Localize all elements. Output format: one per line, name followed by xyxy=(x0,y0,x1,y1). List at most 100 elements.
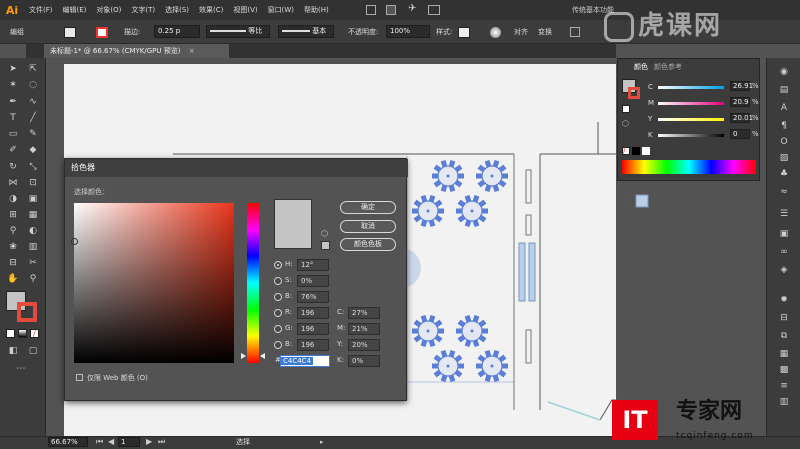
saturation-input[interactable]: 0% xyxy=(297,275,329,287)
draw-mode-icon[interactable]: ◧ xyxy=(6,344,20,358)
current-tool-status[interactable]: 选择 xyxy=(236,437,250,447)
direct-selection-tool-icon[interactable]: ⇱ xyxy=(26,62,40,76)
selection-tool-icon[interactable]: ➤ xyxy=(6,62,20,76)
status-menu-arrow-icon[interactable]: ▸ xyxy=(320,438,324,446)
scale-tool-icon[interactable]: ⤡ xyxy=(26,160,40,174)
ok-button[interactable]: 确定 xyxy=(340,201,396,214)
radio-brightness[interactable] xyxy=(274,293,282,301)
green-input[interactable]: 196 xyxy=(297,323,329,335)
cancel-button[interactable]: 取消 xyxy=(340,220,396,233)
color-spectrum-bar[interactable] xyxy=(622,160,756,174)
symbols-panel-icon[interactable]: ♣ xyxy=(777,168,791,180)
type-tool-icon[interactable]: T xyxy=(6,111,20,125)
shape-builder-tool-icon[interactable]: ◑ xyxy=(6,192,20,206)
channel-y-value[interactable]: 20.01 xyxy=(730,113,753,123)
pathfinder-panel-icon[interactable]: ⧉ xyxy=(777,330,791,342)
width-tool-icon[interactable]: ⋈ xyxy=(6,176,20,190)
lasso-tool-icon[interactable]: ◌ xyxy=(26,78,40,92)
edit-toolbar-icon[interactable]: ⋯ xyxy=(14,362,28,376)
stroke-color-box[interactable] xyxy=(17,302,37,322)
radio-red[interactable] xyxy=(274,309,282,317)
hex-input[interactable]: C4C4C4 xyxy=(280,355,330,367)
magenta-input[interactable]: 21% xyxy=(348,323,380,335)
zoom-tool-icon[interactable]: ⚲ xyxy=(26,272,40,286)
eraser-tool-icon[interactable]: ◆ xyxy=(26,143,40,157)
radio-hue[interactable] xyxy=(274,261,282,269)
hue-slider-left-arrow[interactable] xyxy=(241,353,246,359)
hue-slider[interactable] xyxy=(247,203,259,363)
web-safe-swatch[interactable] xyxy=(321,241,330,250)
layers-panel-icon[interactable]: ☰ xyxy=(777,208,791,220)
align-panel-icon[interactable]: ⊟ xyxy=(777,312,791,324)
stroke-panel-icon[interactable]: ≡ xyxy=(777,380,791,392)
out-of-gamut-warning-icon[interactable]: ⬡ xyxy=(321,229,328,238)
out-of-gamut-icon[interactable]: ⬡ xyxy=(622,119,629,128)
panel-white-swatch[interactable] xyxy=(622,105,630,113)
blue-input[interactable]: 196 xyxy=(297,339,329,351)
color-picker-cursor[interactable] xyxy=(71,238,78,245)
appearance-panel-icon[interactable]: ✹ xyxy=(777,294,791,306)
channel-k-slider[interactable] xyxy=(658,134,724,137)
brushes-panel-icon[interactable]: ≈ xyxy=(777,186,791,198)
artboards-panel-icon[interactable]: ▣ xyxy=(777,228,791,240)
screen-mode-icon[interactable]: ▢ xyxy=(26,344,40,358)
panel-stroke-swatch[interactable] xyxy=(628,87,640,99)
mesh-tool-icon[interactable]: ▦ xyxy=(26,208,40,222)
image-trace-icon[interactable]: ◈ xyxy=(777,264,791,276)
yellow-input[interactable]: 20% xyxy=(348,339,380,351)
hue-slider-right-arrow[interactable] xyxy=(260,353,265,359)
gradient-mode-icon[interactable] xyxy=(18,329,27,338)
black-swatch[interactable] xyxy=(632,147,640,155)
opentype-panel-icon[interactable]: O xyxy=(777,136,791,148)
white-swatch[interactable] xyxy=(642,147,650,155)
character-panel-icon[interactable]: A xyxy=(777,102,791,114)
previous-artboard-icon[interactable]: ◀ xyxy=(108,437,114,446)
blend-tool-icon[interactable]: ◐ xyxy=(26,224,40,238)
red-input[interactable]: 196 xyxy=(297,307,329,319)
tab-color-guide[interactable]: 颜色参考 xyxy=(654,62,682,72)
transform-panel-icon[interactable]: ▦ xyxy=(777,348,791,360)
line-segment-tool-icon[interactable]: ╱ xyxy=(26,111,40,125)
cyan-input[interactable]: 27% xyxy=(348,307,380,319)
live-paint-tool-icon[interactable]: ▣ xyxy=(26,192,40,206)
artboard-tool-icon[interactable]: ⊟ xyxy=(6,256,20,270)
color-swatches-button[interactable]: 颜色色板 xyxy=(340,238,396,251)
channel-c-value[interactable]: 26.91 xyxy=(730,81,753,91)
hue-input[interactable]: 12° xyxy=(297,259,329,271)
black-input[interactable]: 0% xyxy=(348,355,380,367)
color-mode-icon[interactable] xyxy=(6,329,15,338)
symbol-sprayer-tool-icon[interactable]: ❀ xyxy=(6,240,20,254)
perspective-grid-tool-icon[interactable]: ⊞ xyxy=(6,208,20,222)
column-graph-tool-icon[interactable]: ▥ xyxy=(26,240,40,254)
paintbrush-tool-icon[interactable]: ✎ xyxy=(26,127,40,141)
none-mode-icon[interactable]: / xyxy=(30,329,39,338)
graphic-styles-icon[interactable]: ▨ xyxy=(777,152,791,164)
none-swatch[interactable]: / xyxy=(622,147,630,155)
pen-tool-icon[interactable]: ✒ xyxy=(6,95,20,109)
next-artboard-icon[interactable]: ▶ xyxy=(146,437,152,446)
rotate-tool-icon[interactable]: ↻ xyxy=(6,160,20,174)
web-only-checkbox[interactable] xyxy=(76,374,83,381)
radio-green[interactable] xyxy=(274,325,282,333)
channel-c-slider[interactable] xyxy=(658,86,724,89)
free-transform-tool-icon[interactable]: ⊡ xyxy=(26,176,40,190)
channel-k-value[interactable]: 0 xyxy=(730,129,750,139)
hand-tool-icon[interactable]: ✋ xyxy=(6,272,20,286)
zoom-level-input[interactable]: 66.67% xyxy=(48,437,88,447)
links-panel-icon[interactable]: ∞ xyxy=(777,246,791,258)
last-artboard-icon[interactable]: ⏭ xyxy=(158,437,165,447)
saturation-brightness-field[interactable] xyxy=(74,203,234,363)
radio-blue[interactable] xyxy=(274,341,282,349)
magic-wand-tool-icon[interactable]: ✶ xyxy=(6,78,20,92)
paragraph-panel-icon[interactable]: ¶ xyxy=(777,120,791,132)
channel-m-value[interactable]: 20.9 xyxy=(730,97,750,107)
channel-m-slider[interactable] xyxy=(658,102,724,105)
color-panel-icon[interactable]: ◉ xyxy=(777,66,791,78)
brightness-input[interactable]: 76% xyxy=(297,291,329,303)
radio-saturation[interactable] xyxy=(274,277,282,285)
color-guide-icon[interactable]: ▤ xyxy=(777,84,791,96)
rectangle-tool-icon[interactable]: ▭ xyxy=(6,127,20,141)
shaper-tool-icon[interactable]: ✐ xyxy=(6,143,20,157)
tab-color[interactable]: 颜色 xyxy=(634,62,648,72)
artboard-number-input[interactable]: 1 xyxy=(118,437,140,447)
